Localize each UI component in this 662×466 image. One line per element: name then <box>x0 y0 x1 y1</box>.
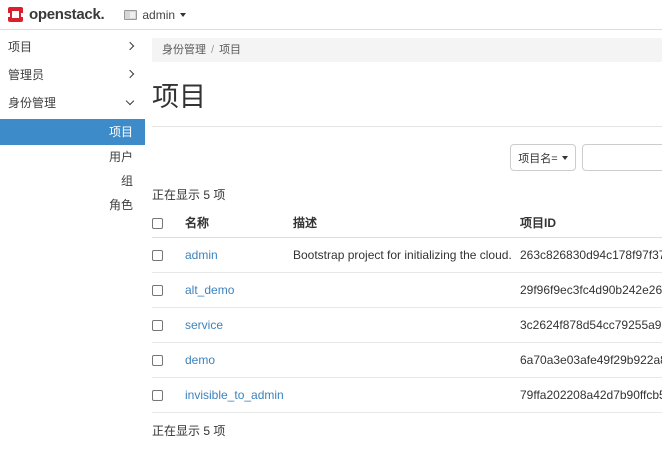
breadcrumb-parent: 身份管理 <box>162 44 206 56</box>
project-name-link[interactable]: demo <box>185 353 215 367</box>
table-row: alt_demo 29f96f9ec3fc4d90b242e26a6521344… <box>152 273 662 308</box>
project-id: 79ffa202208a42d7b90ffcb57be27a4d <box>520 378 662 413</box>
sidebar-group-label: 管理员 <box>8 66 44 83</box>
sidebar-group-admin[interactable]: 管理员 <box>0 60 145 88</box>
row-checkbox[interactable] <box>152 320 163 331</box>
project-description <box>293 343 520 378</box>
breadcrumb: 身份管理 / 项目 <box>152 38 662 62</box>
sidebar-item-users[interactable]: 用户 <box>0 145 145 169</box>
row-checkbox[interactable] <box>152 285 163 296</box>
chevron-right-icon <box>126 42 134 50</box>
project-card-icon <box>124 10 137 20</box>
chevron-down-icon <box>126 96 134 104</box>
breadcrumb-separator: / <box>211 44 214 56</box>
project-id: 263c826830d94c178f97f372abac36b0 <box>520 238 662 273</box>
project-id: 3c2624f878d54cc79255a98b914f3181 <box>520 308 662 343</box>
project-name-link[interactable]: service <box>185 318 223 332</box>
openstack-logo-icon <box>8 7 23 22</box>
sidebar-group-label: 项目 <box>8 38 32 55</box>
top-bar: openstack. admin <box>0 0 662 30</box>
projects-table: 名称 描述 项目ID admin Bootstrap project for i… <box>152 209 662 413</box>
project-description: Bootstrap project for initializing the c… <box>293 238 520 273</box>
chevron-down-icon <box>180 13 186 17</box>
sidebar: 项目 管理员 身份管理 项目 用户 组 角色 <box>0 30 145 466</box>
title-divider <box>152 126 662 127</box>
breadcrumb-current: 项目 <box>219 44 241 56</box>
table-row: admin Bootstrap project for initializing… <box>152 238 662 273</box>
table-row: service 3c2624f878d54cc79255a98b914f3181 <box>152 308 662 343</box>
column-header-project-id: 项目ID <box>520 209 662 238</box>
filter-field-label: 项目名= <box>518 150 557 166</box>
sidebar-item-projects[interactable]: 项目 <box>0 119 145 145</box>
project-name-link[interactable]: invisible_to_admin <box>185 388 284 402</box>
project-description <box>293 308 520 343</box>
chevron-right-icon <box>126 70 134 78</box>
sidebar-item-roles[interactable]: 角色 <box>0 193 145 217</box>
row-checkbox[interactable] <box>152 250 163 261</box>
project-user-dropdown[interactable]: admin <box>124 8 186 22</box>
user-dropdown-label: admin <box>142 8 175 22</box>
page-title: 项目 <box>152 75 662 114</box>
table-header-row: 名称 描述 项目ID <box>152 209 662 238</box>
project-name-link[interactable]: admin <box>185 248 218 262</box>
table-row: invisible_to_admin 79ffa202208a42d7b90ff… <box>152 378 662 413</box>
column-header-description: 描述 <box>293 209 520 238</box>
sidebar-group-identity[interactable]: 身份管理 <box>0 88 145 116</box>
row-checkbox[interactable] <box>152 355 163 366</box>
openstack-logo[interactable]: openstack. <box>8 6 104 23</box>
project-name-link[interactable]: alt_demo <box>185 283 234 297</box>
select-all-checkbox[interactable] <box>152 218 163 229</box>
project-description <box>293 273 520 308</box>
table-row: demo 6a70a3e03afe49f29b922a81675bf7ad <box>152 343 662 378</box>
chevron-down-icon <box>562 156 568 160</box>
project-id: 29f96f9ec3fc4d90b242e26a65213444 <box>520 273 662 308</box>
filter-row: 项目名= <box>152 144 662 171</box>
sidebar-identity-submenu: 项目 用户 组 角色 <box>0 119 145 217</box>
brand-text: openstack. <box>29 6 104 23</box>
items-count-top: 正在显示 5 项 <box>152 186 662 203</box>
filter-field-dropdown[interactable]: 项目名= <box>510 144 576 171</box>
filter-input[interactable] <box>582 144 662 171</box>
column-header-name[interactable]: 名称 <box>185 209 293 238</box>
sidebar-group-project[interactable]: 项目 <box>0 32 145 60</box>
main-content: 身份管理 / 项目 项目 项目名= 正在显示 5 项 名称 描述 项目ID admi… <box>145 30 662 466</box>
items-count-bottom: 正在显示 5 项 <box>152 422 662 439</box>
sidebar-group-label: 身份管理 <box>8 94 56 111</box>
row-checkbox[interactable] <box>152 390 163 401</box>
project-id: 6a70a3e03afe49f29b922a81675bf7ad <box>520 343 662 378</box>
project-description <box>293 378 520 413</box>
sidebar-item-groups[interactable]: 组 <box>0 169 145 193</box>
